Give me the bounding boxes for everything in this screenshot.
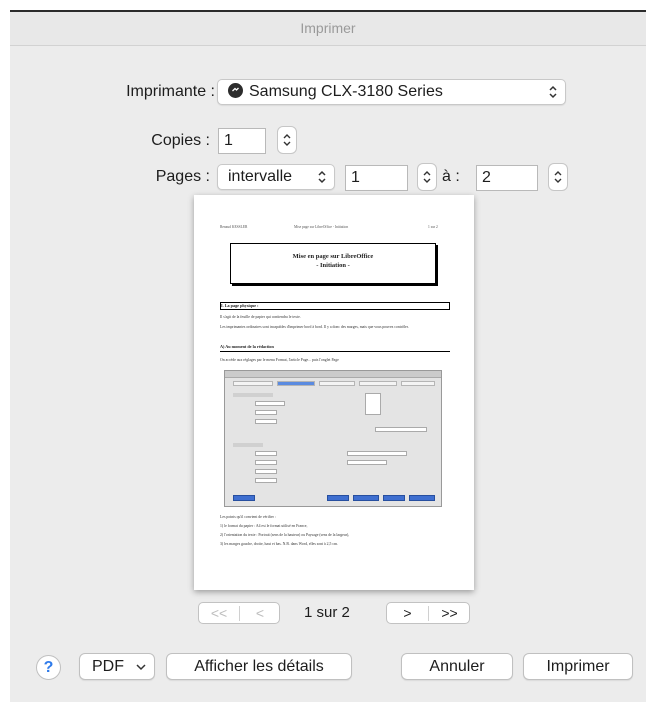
printer-value: Samsung CLX-3180 Series xyxy=(249,83,443,100)
updown-chevron-icon xyxy=(318,170,326,184)
page-counter: 1 sur 2 xyxy=(304,604,350,621)
cancel-button[interactable]: Annuler xyxy=(401,653,513,680)
preview-paragraph-7: 3) les marges gauche, droite, haut et ba… xyxy=(220,542,338,546)
pages-from-field[interactable]: 1 xyxy=(345,165,408,191)
preview-embedded-screenshot xyxy=(224,370,442,507)
stepper-arrows-icon xyxy=(423,171,431,183)
next-page-button[interactable]: > xyxy=(387,603,428,623)
preview-title-line2: - Initiation - xyxy=(316,262,350,269)
printer-status-icon xyxy=(228,83,243,98)
screenshot-button xyxy=(233,495,255,501)
preview-header-center: Mise page sur LibreOffice - Initiation xyxy=(294,225,349,229)
help-button[interactable]: ? xyxy=(36,655,61,680)
copies-stepper[interactable] xyxy=(277,126,297,154)
screenshot-input xyxy=(375,427,427,432)
screenshot-input xyxy=(255,419,277,424)
screenshot-tab xyxy=(359,381,397,386)
screenshot-input xyxy=(255,478,277,483)
printer-select[interactable]: Samsung CLX-3180 Series xyxy=(217,79,566,105)
screenshot-input xyxy=(255,401,285,406)
print-preview-page: Renaud KESSLER Mise page sur LibreOffice… xyxy=(194,195,474,590)
preview-paragraph-2: Les imprimantes ordinaires sont incapabl… xyxy=(220,325,409,329)
preview-paragraph-5: 1) le format du papier : A4 est le forma… xyxy=(220,524,308,528)
first-page-button[interactable]: << xyxy=(199,603,239,623)
printer-label: Imprimante : xyxy=(126,83,215,100)
screenshot-line xyxy=(233,443,263,447)
copies-label: Copies : xyxy=(151,132,210,149)
screenshot-tab xyxy=(319,381,355,386)
pages-label: Pages : xyxy=(155,168,210,185)
preview-section-1: I. La page physique : xyxy=(220,302,450,310)
screenshot-line xyxy=(233,393,273,397)
preview-title-line1: Mise en page sur LibreOffice xyxy=(292,253,374,260)
screenshot-input xyxy=(255,460,277,465)
pages-mode-select[interactable]: intervalle xyxy=(217,164,335,190)
print-button[interactable]: Imprimer xyxy=(523,653,633,680)
updown-chevron-icon xyxy=(549,85,557,99)
screenshot-button xyxy=(327,495,349,501)
screenshot-input xyxy=(255,469,277,474)
preview-paragraph-4: Les points qu'il convient de vérifier : xyxy=(220,515,276,519)
screenshot-button xyxy=(353,495,379,501)
screenshot-button xyxy=(409,495,435,501)
preview-paragraph-1: Il s'agit de la feuille de papier qui co… xyxy=(220,315,301,319)
screenshot-button xyxy=(383,495,405,501)
pdf-menu-button[interactable]: PDF xyxy=(79,653,155,680)
window-title: Imprimer xyxy=(10,12,646,46)
screenshot-input xyxy=(347,451,407,456)
previous-page-button[interactable]: < xyxy=(240,603,280,623)
page-nav-forward-group: > >> xyxy=(386,602,470,624)
preview-header-left: Renaud KESSLER xyxy=(220,225,248,229)
stepper-arrows-icon xyxy=(283,134,291,146)
screenshot-tab xyxy=(233,381,273,386)
last-page-button[interactable]: >> xyxy=(429,603,470,623)
pages-from-stepper[interactable] xyxy=(417,163,437,191)
screenshot-page-icon xyxy=(365,393,381,415)
screenshot-tab xyxy=(401,381,435,386)
pages-to-label: à : xyxy=(442,168,460,185)
screenshot-input xyxy=(255,410,277,415)
pages-to-stepper[interactable] xyxy=(548,163,568,191)
preview-section-2: A) Au moment de la rédaction xyxy=(220,344,450,352)
preview-paragraph-3: On accède aux réglages par le menu Forma… xyxy=(220,358,339,362)
screenshot-tab-active xyxy=(277,381,315,386)
preview-title-box: Mise en page sur LibreOffice - Initiatio… xyxy=(230,243,436,284)
stepper-arrows-icon xyxy=(554,171,562,183)
copies-field[interactable]: 1 xyxy=(218,128,266,154)
preview-paragraph-6: 2) l'orientation du texte : Portrait (se… xyxy=(220,533,350,537)
preview-header-right: 1 sur 2 xyxy=(428,225,438,229)
pages-to-field[interactable]: 2 xyxy=(476,165,538,191)
pages-mode-value: intervalle xyxy=(228,168,293,185)
page-nav-back-group: << < xyxy=(198,602,280,624)
chevron-down-icon xyxy=(136,664,146,671)
pdf-label: PDF xyxy=(92,658,124,675)
screenshot-input xyxy=(255,451,277,456)
screenshot-titlebar xyxy=(225,371,441,378)
show-details-button[interactable]: Afficher les détails xyxy=(166,653,352,680)
screenshot-input xyxy=(347,460,387,465)
